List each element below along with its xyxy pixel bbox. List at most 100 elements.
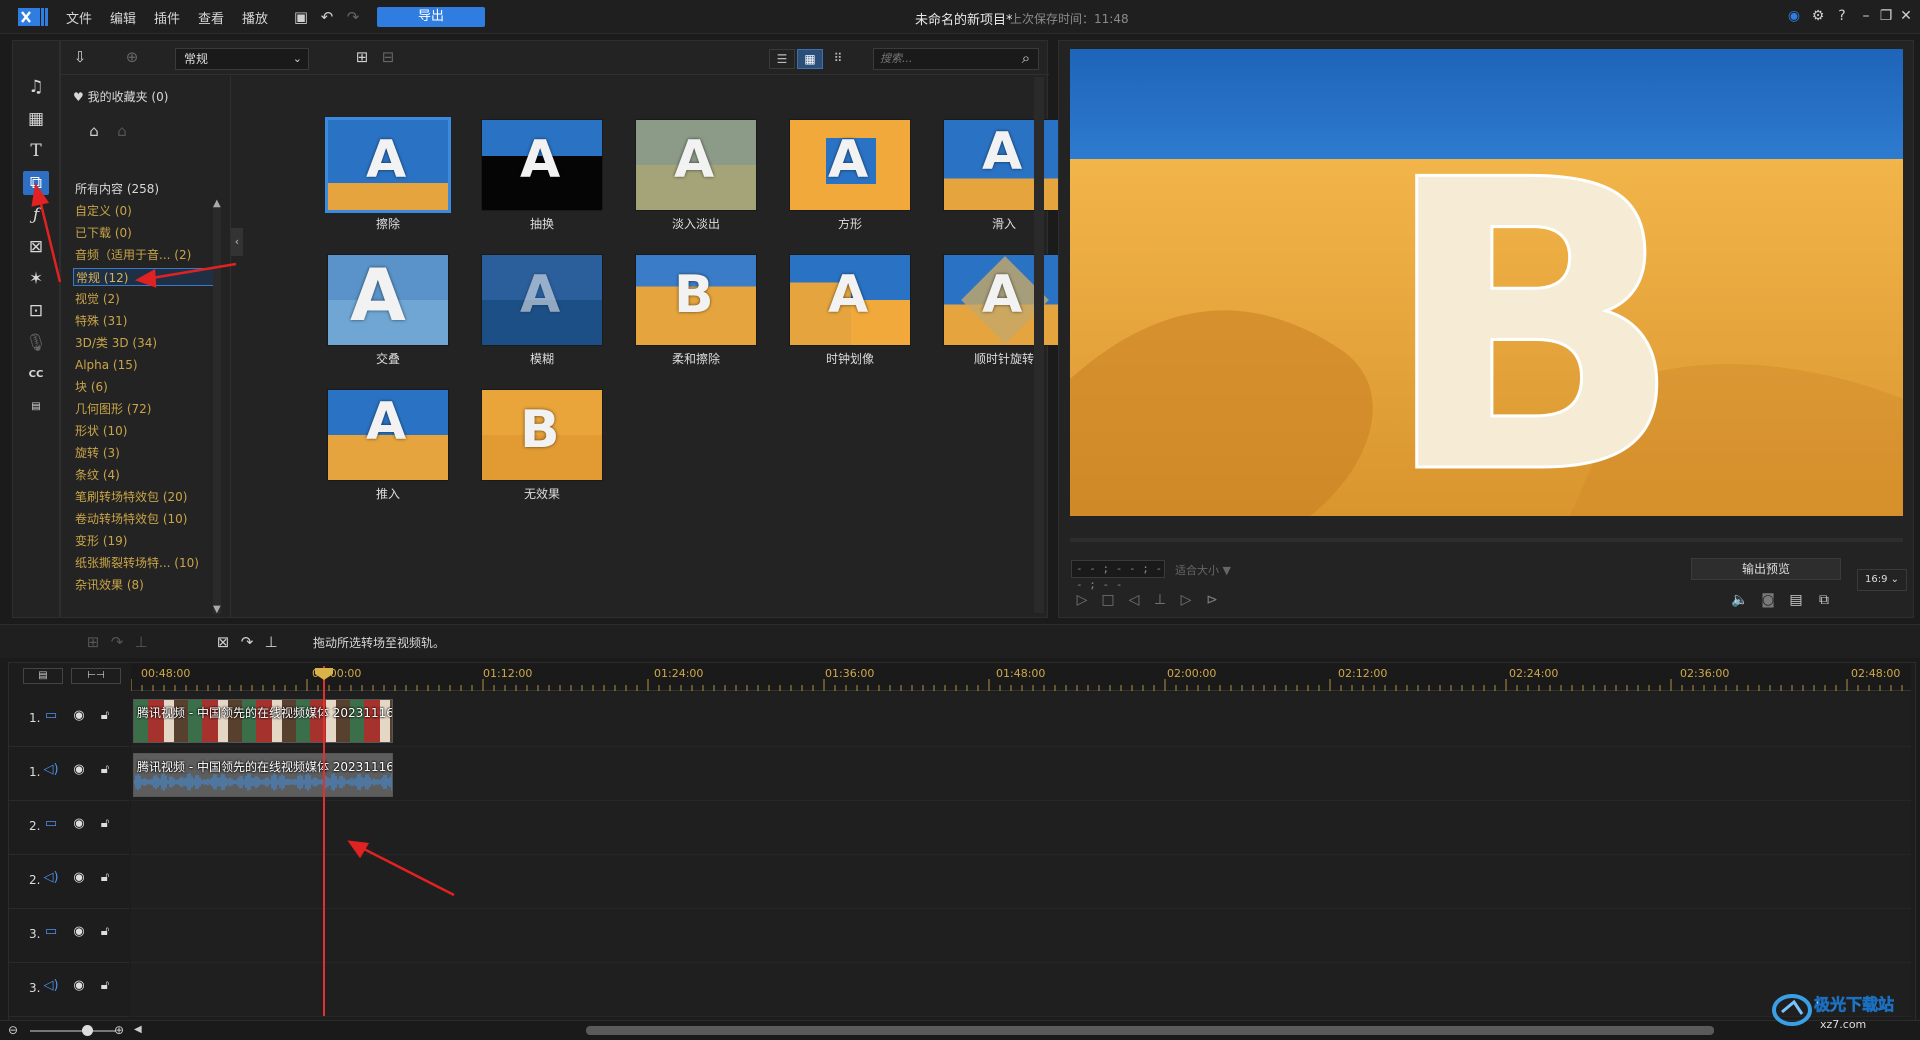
media-icon[interactable]: ♫: [23, 75, 49, 99]
particle-icon[interactable]: ✶: [23, 267, 49, 291]
track-lane[interactable]: [131, 801, 1911, 855]
menu-plugin[interactable]: 插件: [154, 8, 180, 27]
track-lane[interactable]: 腾讯视频 - 中国领先的在线视频媒体 20231116: [131, 747, 1911, 801]
transition-thumbnail[interactable]: A 滑入: [943, 119, 1065, 232]
category-item[interactable]: 形状 (10): [73, 422, 215, 440]
add-to-timeline-icon[interactable]: ⊞: [353, 48, 371, 66]
audio-track-icon[interactable]: ◁): [43, 978, 59, 994]
category-item[interactable]: 条纹 (4): [73, 466, 215, 484]
transition-thumbnail[interactable]: A 淡入淡出: [635, 119, 757, 232]
audio-clip[interactable]: 腾讯视频 - 中国领先的在线视频媒体 20231116: [133, 753, 393, 797]
prev-frame-icon[interactable]: ◁: [1125, 591, 1143, 609]
snapshot-icon[interactable]: ◙: [1759, 591, 1777, 609]
eye-icon[interactable]: ◉: [71, 870, 87, 886]
zoom-knob[interactable]: [82, 1025, 93, 1036]
apply-all-icon[interactable]: ↷: [238, 633, 256, 651]
video-track-icon[interactable]: ▭: [43, 708, 59, 724]
menu-file[interactable]: 文件: [66, 8, 92, 27]
category-select[interactable]: 常规 ⌄: [175, 48, 309, 70]
zoom-out-icon[interactable]: ⊖: [8, 1023, 18, 1037]
transition-tool-icon[interactable]: ↷: [108, 633, 126, 651]
eye-icon[interactable]: ◉: [71, 924, 87, 940]
grid-view-button[interactable]: ▦: [797, 49, 823, 69]
subtitle-toggle-icon[interactable]: ▤: [1787, 591, 1805, 609]
track-lane[interactable]: 腾讯视频 - 中国领先的在线视频媒体 20231116: [131, 693, 1911, 747]
category-item[interactable]: 视觉 (2): [73, 290, 215, 308]
video-track-icon[interactable]: ▭: [43, 816, 59, 832]
remove-tag-icon[interactable]: ⌂: [113, 122, 131, 140]
playhead[interactable]: [323, 666, 325, 1016]
subtitle-icon[interactable]: CC: [23, 363, 49, 387]
fast-forward-icon[interactable]: ⊳: [1203, 591, 1221, 609]
save-icon[interactable]: ▣: [292, 8, 310, 26]
text-icon[interactable]: T: [23, 139, 49, 163]
all-content-item[interactable]: 所有内容 (258): [75, 180, 159, 197]
export-button[interactable]: 导出: [377, 7, 485, 27]
category-scrollbar[interactable]: [213, 204, 221, 614]
grid-scrollbar[interactable]: [1034, 77, 1044, 613]
lock-icon[interactable]: 🔓︎: [97, 924, 113, 940]
notification-icon[interactable]: ◉: [1784, 6, 1804, 26]
lock-icon[interactable]: 🔓︎: [97, 978, 113, 994]
scroll-up-icon[interactable]: ▲: [213, 198, 221, 209]
category-item[interactable]: 几何图形 (72): [73, 400, 215, 418]
video-clip[interactable]: 腾讯视频 - 中国领先的在线视频媒体 20231116: [133, 699, 393, 743]
search-input[interactable]: 搜索...: [873, 48, 1039, 70]
category-item[interactable]: 变形 (19): [73, 532, 215, 550]
remove-icon[interactable]: ⊟: [379, 48, 397, 66]
aspect-ratio-select[interactable]: 16:9 ⌄: [1857, 569, 1907, 591]
restore-icon[interactable]: ❐: [1876, 6, 1896, 26]
fit-timeline-button[interactable]: ⊢⊣: [71, 668, 121, 684]
split-icon[interactable]: ⊥: [1151, 591, 1169, 609]
category-item[interactable]: 常规 (12): [73, 268, 215, 286]
favorites-item[interactable]: ♥ 我的收藏夹 (0): [73, 88, 168, 105]
transition-thumbnail[interactable]: A 模糊: [481, 254, 603, 367]
zoom-slider[interactable]: [30, 1030, 116, 1032]
track-lane[interactable]: [131, 909, 1911, 963]
track-lane[interactable]: [131, 855, 1911, 909]
settings-icon[interactable]: ⚙: [1808, 6, 1828, 26]
next-frame-icon[interactable]: ▷: [1177, 591, 1195, 609]
eye-icon[interactable]: ◉: [71, 978, 87, 994]
add-tag-icon[interactable]: ⌂: [85, 122, 103, 140]
volume-icon[interactable]: 🔈: [1731, 591, 1749, 609]
lock-icon[interactable]: 🔓︎: [97, 708, 113, 724]
transition-icon[interactable]: ⧉: [23, 171, 49, 195]
chapter-icon[interactable]: ▤: [23, 395, 49, 419]
category-item[interactable]: 块 (6): [73, 378, 215, 396]
popout-icon[interactable]: ⧉: [1815, 591, 1833, 609]
menu-view[interactable]: 查看: [198, 8, 224, 27]
import-icon[interactable]: ⇩: [71, 48, 89, 66]
lock-icon[interactable]: 🔓︎: [97, 762, 113, 778]
apply-transition-icon[interactable]: ⊠: [214, 633, 232, 651]
transition-thumbnail[interactable]: A 抽换: [481, 119, 603, 232]
redo-icon[interactable]: ↷: [344, 8, 362, 26]
list-view-button[interactable]: ☰: [769, 49, 795, 69]
menu-edit[interactable]: 编辑: [110, 8, 136, 27]
zoom-in-icon[interactable]: ⊕: [114, 1023, 124, 1037]
track-manager-button[interactable]: ▤: [23, 668, 63, 684]
search-icon[interactable]: ⌕: [1017, 49, 1035, 67]
audio-track-icon[interactable]: ◁): [43, 870, 59, 886]
title-icon[interactable]: ⊡: [23, 299, 49, 323]
category-item[interactable]: 卷动转场特效包 (10): [73, 510, 215, 528]
small-grid-button[interactable]: ⠿: [825, 49, 851, 69]
transition-thumbnail[interactable]: A 擦除: [325, 117, 451, 232]
lock-icon[interactable]: 🔓︎: [97, 816, 113, 832]
category-item[interactable]: 杂讯效果 (8): [73, 576, 215, 594]
timeline-hscroll[interactable]: [586, 1026, 1714, 1035]
category-item[interactable]: 纸张撕裂转场特... (10): [73, 554, 215, 572]
eye-icon[interactable]: ◉: [71, 708, 87, 724]
undo-icon[interactable]: ↶: [318, 8, 336, 26]
video-icon[interactable]: ▦: [23, 107, 49, 131]
edit-tool-icon[interactable]: ⊥: [132, 633, 150, 651]
timeline-ruler[interactable]: 00:48:00 01:00:00 01:12:00 01:24:00 01:36:00…: [131, 663, 1911, 691]
clip-tool-icon[interactable]: ⊞: [84, 633, 102, 651]
lock-icon[interactable]: 🔓︎: [97, 870, 113, 886]
transition-thumbnail[interactable]: A 顺时针旋转: [943, 254, 1065, 367]
category-item[interactable]: Alpha (15): [73, 356, 215, 374]
trim-icon[interactable]: ⊥: [262, 633, 280, 651]
stop-icon[interactable]: □: [1099, 591, 1117, 609]
output-preview-button[interactable]: 输出预览: [1691, 558, 1841, 580]
transition-thumbnail[interactable]: A 时钟划像: [789, 254, 911, 367]
